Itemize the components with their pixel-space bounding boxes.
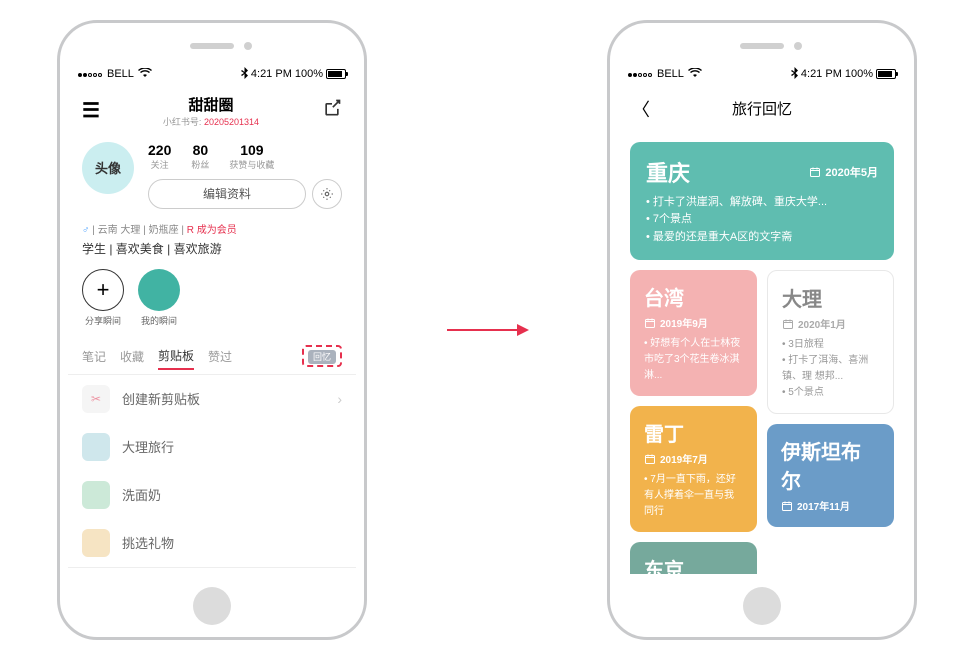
calendar-icon — [782, 318, 794, 330]
carrier-label: BELL — [107, 68, 134, 80]
edit-profile-button[interactable]: 编辑资料 — [148, 179, 306, 209]
battery-percent: 100% — [295, 68, 323, 80]
memory-card-taiwan[interactable]: 台湾 2019年9月 • 好想有个人在士林夜市吃了3个花生卷冰淇淋... — [630, 270, 757, 396]
user-id-label: 小红书号: 20205201314 — [100, 115, 322, 128]
calendar-icon — [809, 166, 821, 178]
folder-icon — [82, 433, 110, 461]
signal-dots-icon — [78, 68, 103, 80]
calendar-icon — [781, 500, 793, 512]
memory-card-istanbul[interactable]: 伊斯坦布尔 2017年11月 — [767, 424, 894, 527]
chevron-right-icon: › — [337, 391, 342, 407]
plus-icon: + — [82, 269, 124, 311]
bluetooth-icon — [791, 67, 798, 82]
user-bio: 学生 | 喜欢美食 | 喜欢旅游 — [68, 238, 356, 265]
clipboard-item-dali[interactable]: 大理旅行 — [68, 423, 356, 471]
phone-right-memories: BELL 4:21 PM 100% 〈 旅行回忆 重庆 — [607, 20, 917, 640]
clipboard-item-cleanser[interactable]: 洗面奶 — [68, 471, 356, 519]
create-clipboard-item[interactable]: 创建新剪贴板 › — [68, 375, 356, 423]
folder-icon — [82, 481, 110, 509]
share-icon[interactable] — [322, 98, 342, 123]
bottom-nav: 首页 商城 + 消息 6 我 — [68, 567, 356, 574]
my-moment-button[interactable]: 我的瞬间 — [138, 269, 180, 327]
tab-notes[interactable]: 笔记 — [82, 344, 106, 369]
memory-cards-list[interactable]: 重庆 2020年5月 • 打卡了洪崖洞、解放碑、重庆大学... • 7个景点 •… — [618, 132, 906, 574]
time-label: 4:21 PM — [251, 68, 292, 80]
memory-card-chongqing[interactable]: 重庆 2020年5月 • 打卡了洪崖洞、解放碑、重庆大学... • 7个景点 •… — [630, 142, 894, 261]
moment-thumb-icon — [138, 269, 180, 311]
create-clipboard-icon — [82, 385, 110, 413]
page-title: 甜甜圈 — [100, 94, 322, 115]
user-tags: ♂ | 云南 大理 | 奶瓶座 | R 成为会员 — [68, 219, 356, 238]
bluetooth-icon — [241, 67, 248, 82]
status-bar: BELL 4:21 PM 100% — [618, 63, 906, 86]
signal-dots-icon — [628, 68, 653, 80]
battery-icon — [326, 69, 346, 79]
memories-header: 〈 旅行回忆 — [618, 86, 906, 132]
clipboard-item-gifts[interactable]: 挑选礼物 — [68, 519, 356, 567]
calendar-icon — [644, 453, 656, 465]
wifi-icon — [688, 68, 702, 81]
share-moment-button[interactable]: + 分享瞬间 — [82, 269, 124, 327]
memory-card-reading[interactable]: 雷丁 2019年7月 • 7月一直下雨，还好有人撑着伞一直与我同行 — [630, 406, 757, 532]
stat-following[interactable]: 220关注 — [148, 142, 171, 171]
content-tabs: 笔记 收藏 剪贴板 赞过 回忆 — [68, 337, 356, 375]
page-title: 旅行回忆 — [632, 98, 892, 119]
folder-icon — [82, 529, 110, 557]
memory-card-tokyo[interactable]: 东京 — [630, 542, 757, 573]
time-label: 4:21 PM — [801, 68, 842, 80]
battery-percent: 100% — [845, 68, 873, 80]
tab-memories-highlight[interactable]: 回忆 — [302, 345, 342, 367]
memory-card-dali[interactable]: 大理 2020年1月 • 3日旅程 • 打卡了洱海、喜洲镇、理 想邦... • … — [767, 270, 894, 414]
calendar-icon — [644, 317, 656, 329]
flow-arrow-icon — [447, 329, 527, 331]
memories-pill: 回忆 — [308, 350, 336, 364]
tab-clipboards[interactable]: 剪贴板 — [158, 343, 194, 370]
menu-icon[interactable]: ☰ — [82, 98, 100, 123]
settings-button[interactable] — [312, 179, 342, 209]
wifi-icon — [138, 68, 152, 81]
tab-favorites[interactable]: 收藏 — [120, 344, 144, 369]
phone-left-profile: BELL 4:21 PM 100% ☰ 甜甜圈 小红书号: 2020520131… — [57, 20, 367, 640]
home-button[interactable] — [743, 587, 781, 625]
profile-header: ☰ 甜甜圈 小红书号: 20205201314 — [68, 86, 356, 136]
battery-icon — [876, 69, 896, 79]
stat-followers[interactable]: 80粉丝 — [191, 142, 209, 171]
avatar[interactable]: 头像 — [82, 142, 134, 194]
stat-likes[interactable]: 109获赞与收藏 — [229, 142, 274, 171]
home-button[interactable] — [193, 587, 231, 625]
status-bar: BELL 4:21 PM 100% — [68, 63, 356, 86]
tab-liked[interactable]: 赞过 — [208, 344, 232, 369]
carrier-label: BELL — [657, 68, 684, 80]
